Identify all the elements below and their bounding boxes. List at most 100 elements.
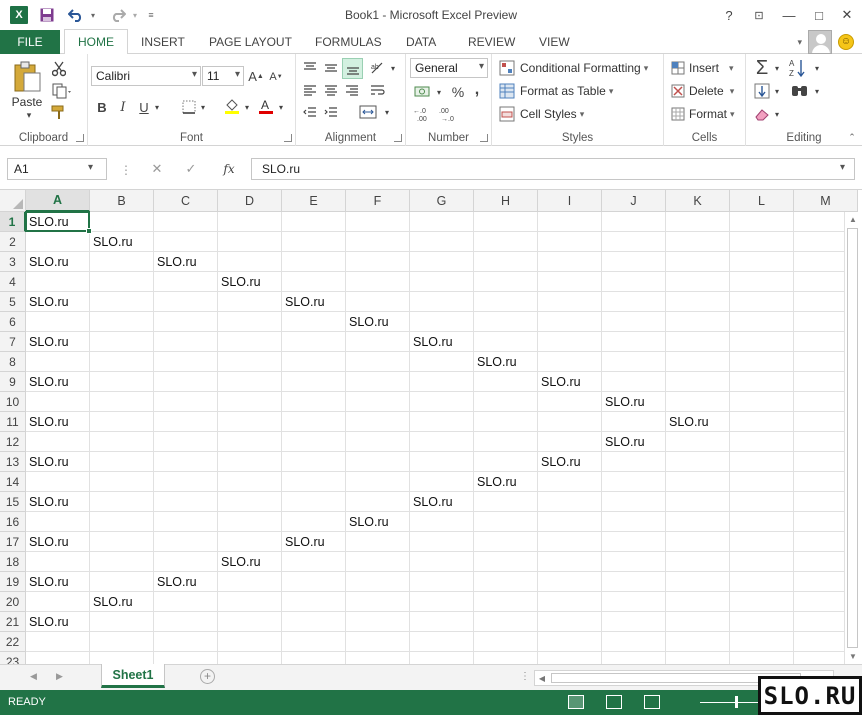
cell-h23[interactable]	[474, 652, 538, 664]
cell-i14[interactable]	[538, 472, 602, 492]
align-center-icon[interactable]	[321, 80, 341, 100]
cell-g6[interactable]	[410, 312, 474, 332]
row-header-16[interactable]: 16	[0, 512, 26, 532]
cell-k10[interactable]	[666, 392, 730, 412]
column-header-e[interactable]: E	[282, 190, 346, 212]
tab-view[interactable]: VIEW	[539, 30, 570, 54]
autosum-button[interactable]: Σ	[752, 56, 772, 80]
cell-g23[interactable]	[410, 652, 474, 664]
row-header-20[interactable]: 20	[0, 592, 26, 612]
alignment-launcher-icon[interactable]	[394, 134, 402, 142]
cell-f5[interactable]	[346, 292, 410, 312]
cell-f1[interactable]	[346, 212, 410, 232]
cell-f20[interactable]	[346, 592, 410, 612]
cell-h7[interactable]	[474, 332, 538, 352]
scroll-left-icon[interactable]: ◀	[535, 671, 549, 685]
cell-k15[interactable]	[666, 492, 730, 512]
decrease-decimal-icon[interactable]: .00 →.0	[438, 104, 460, 124]
cell-e21[interactable]	[282, 612, 346, 632]
cell-i21[interactable]	[538, 612, 602, 632]
column-header-k[interactable]: K	[666, 190, 730, 212]
top-align-icon[interactable]	[300, 58, 320, 78]
underline-dropdown-icon[interactable]: ▾	[152, 99, 162, 115]
insert-cells-button[interactable]: Insert ▾	[689, 58, 734, 78]
cell-h18[interactable]	[474, 552, 538, 572]
cell-i20[interactable]	[538, 592, 602, 612]
cell-g13[interactable]	[410, 452, 474, 472]
cell-d16[interactable]	[218, 512, 282, 532]
cell-i23[interactable]	[538, 652, 602, 664]
cell-b21[interactable]	[90, 612, 154, 632]
cell-a14[interactable]	[26, 472, 90, 492]
column-header-h[interactable]: H	[474, 190, 538, 212]
underline-button[interactable]: U	[136, 98, 152, 116]
column-header-b[interactable]: B	[90, 190, 154, 212]
cell-a7[interactable]: SLO.ru	[26, 332, 90, 352]
cell-a17[interactable]: SLO.ru	[26, 532, 90, 552]
align-left-icon[interactable]	[300, 80, 320, 100]
user-avatar[interactable]	[808, 30, 832, 54]
cell-f22[interactable]	[346, 632, 410, 652]
cell-l6[interactable]	[730, 312, 794, 332]
cell-g15[interactable]: SLO.ru	[410, 492, 474, 512]
accounting-dropdown-icon[interactable]: ▾	[434, 84, 444, 100]
close-button[interactable]: ✕	[834, 4, 860, 26]
cell-k12[interactable]	[666, 432, 730, 452]
cell-h21[interactable]	[474, 612, 538, 632]
maximize-button[interactable]: □	[806, 4, 832, 26]
cell-h20[interactable]	[474, 592, 538, 612]
worksheet-grid[interactable]: A B C D E F G H I J K L M 1 SLO.ru 2 SLO.ru 3 SLO.ru SLO.ru…	[0, 190, 862, 664]
cell-g21[interactable]	[410, 612, 474, 632]
cell-h2[interactable]	[474, 232, 538, 252]
row-header-3[interactable]: 3	[0, 252, 26, 272]
cell-j22[interactable]	[602, 632, 666, 652]
cell-f7[interactable]	[346, 332, 410, 352]
cell-g14[interactable]	[410, 472, 474, 492]
cell-c22[interactable]	[154, 632, 218, 652]
paste-button[interactable]: Paste	[8, 94, 46, 110]
cell-h1[interactable]	[474, 212, 538, 232]
cell-g2[interactable]	[410, 232, 474, 252]
row-header-10[interactable]: 10	[0, 392, 26, 412]
cell-l22[interactable]	[730, 632, 794, 652]
cell-f19[interactable]	[346, 572, 410, 592]
cell-e18[interactable]	[282, 552, 346, 572]
cell-a23[interactable]	[26, 652, 90, 664]
cell-i4[interactable]	[538, 272, 602, 292]
cell-a15[interactable]: SLO.ru	[26, 492, 90, 512]
cell-h4[interactable]	[474, 272, 538, 292]
cell-d7[interactable]	[218, 332, 282, 352]
cell-j3[interactable]	[602, 252, 666, 272]
cell-l19[interactable]	[730, 572, 794, 592]
sheet-tab-sheet1[interactable]: Sheet1	[101, 664, 165, 688]
cell-f18[interactable]	[346, 552, 410, 572]
format-cells-icon[interactable]	[670, 104, 686, 124]
cell-g16[interactable]	[410, 512, 474, 532]
cell-a16[interactable]	[26, 512, 90, 532]
sort-filter-icon[interactable]: AZ	[788, 56, 812, 80]
decrease-indent-icon[interactable]	[300, 102, 320, 122]
cell-k18[interactable]	[666, 552, 730, 572]
cell-i2[interactable]	[538, 232, 602, 252]
cell-l18[interactable]	[730, 552, 794, 572]
cell-h22[interactable]	[474, 632, 538, 652]
scroll-up-icon[interactable]: ▲	[846, 212, 860, 226]
fill-dropdown-icon[interactable]: ▾	[772, 83, 782, 99]
feedback-smiley-icon[interactable]: ☺	[838, 34, 854, 50]
clear-dropdown-icon[interactable]: ▾	[772, 106, 782, 122]
cell-e9[interactable]	[282, 372, 346, 392]
cell-j6[interactable]	[602, 312, 666, 332]
cell-c21[interactable]	[154, 612, 218, 632]
cell-h14[interactable]: SLO.ru	[474, 472, 538, 492]
cell-g10[interactable]	[410, 392, 474, 412]
grow-font-button[interactable]: A ▲	[248, 68, 264, 84]
cell-l21[interactable]	[730, 612, 794, 632]
column-header-j[interactable]: J	[602, 190, 666, 212]
cell-h10[interactable]	[474, 392, 538, 412]
cell-a6[interactable]	[26, 312, 90, 332]
cell-i1[interactable]	[538, 212, 602, 232]
cell-i10[interactable]	[538, 392, 602, 412]
cell-h9[interactable]	[474, 372, 538, 392]
cell-d9[interactable]	[218, 372, 282, 392]
cell-i6[interactable]	[538, 312, 602, 332]
